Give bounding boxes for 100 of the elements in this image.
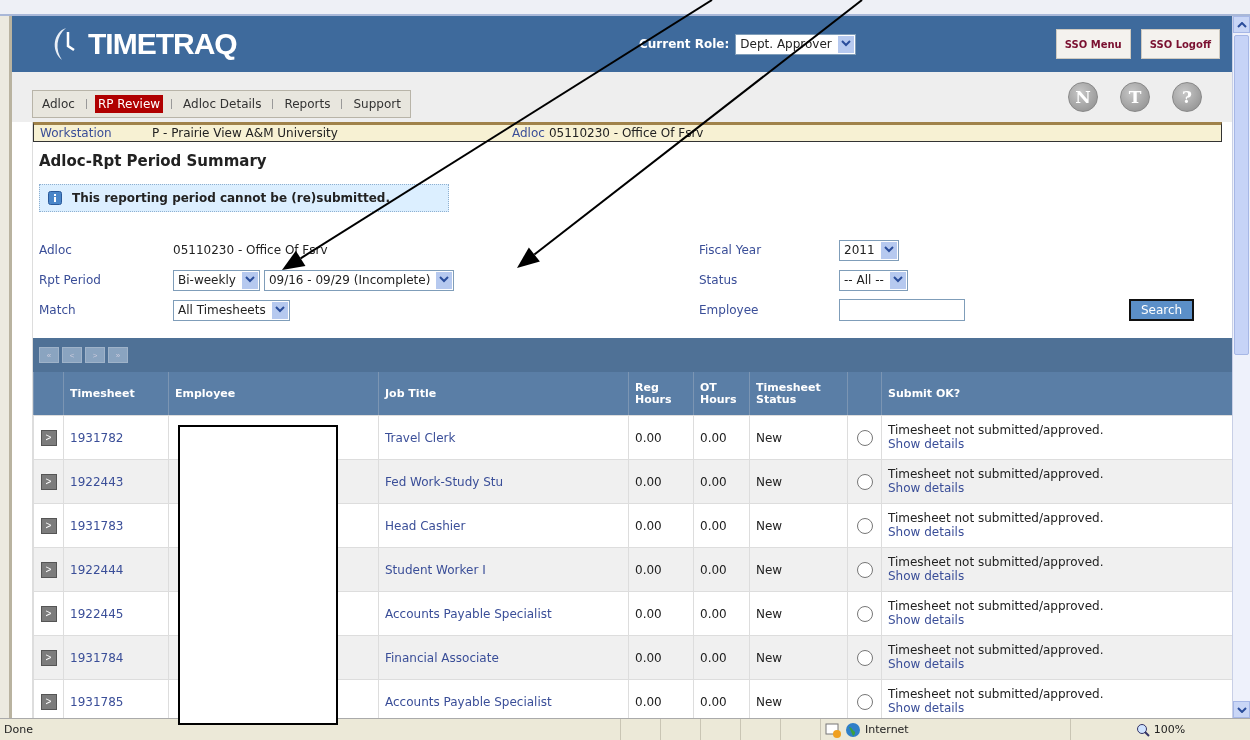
expand-button[interactable]: > <box>40 693 57 710</box>
info-message: This reporting period cannot be (re)submitted. <box>72 191 390 205</box>
job-title-link[interactable]: Student Worker I <box>385 562 622 577</box>
timesheet-link[interactable]: 1922443 <box>70 474 162 489</box>
scroll-thumb[interactable] <box>1234 35 1249 355</box>
page-title: Adloc-Rpt Period Summary <box>38 151 268 172</box>
workstation-value: P - Prairie View A&M University <box>152 126 339 140</box>
globe-icon <box>845 721 861 738</box>
table-cell-text: 0.00 <box>635 474 663 489</box>
zoom-level: 100% <box>1153 723 1186 736</box>
caret-icon <box>837 35 854 53</box>
details-link[interactable]: Show details <box>888 613 965 627</box>
details-link[interactable]: Show details <box>888 701 965 715</box>
input-field[interactable] <box>839 299 965 321</box>
column-header: Employee <box>168 372 378 415</box>
status-message: Timesheet not submitted/approved. <box>888 556 1105 570</box>
nav-tab[interactable]: RP Review <box>94 95 164 113</box>
table-cell-text: 0.00 <box>635 650 663 665</box>
expand-button[interactable]: > <box>40 561 57 578</box>
status-message: Timesheet not submitted/approved. <box>888 600 1105 614</box>
table-cell-text: New <box>756 562 784 577</box>
field-label: Adloc <box>39 243 73 257</box>
chevron-down-icon <box>1236 706 1247 713</box>
table-cell-text: New <box>756 606 784 621</box>
job-title-link[interactable]: Fed Work-Study Stu <box>385 474 622 489</box>
timesheet-link[interactable]: 1931783 <box>70 518 162 533</box>
scroll-up-button[interactable] <box>1233 16 1250 33</box>
chevron-up-icon <box>1236 21 1247 28</box>
table-cell-text: New <box>756 518 784 533</box>
field-label: Employee <box>699 303 760 317</box>
details-link[interactable]: Show details <box>888 437 965 451</box>
radio-button[interactable] <box>856 693 873 710</box>
table-cell-text: 0.00 <box>635 606 663 621</box>
workstation-label: Workstation <box>40 126 113 140</box>
status-message: Timesheet not submitted/approved. <box>888 468 1105 482</box>
details-link[interactable]: Show details <box>888 481 965 495</box>
app-logo: TIMETRAQ <box>88 27 237 61</box>
status-message: Timesheet not submitted/approved. <box>888 644 1105 658</box>
dropdown[interactable]: 2011 <box>839 239 899 261</box>
column-header: Job Title <box>378 372 628 415</box>
radio-button[interactable] <box>856 649 873 666</box>
expand-button[interactable]: > <box>40 473 57 490</box>
dropdown[interactable]: Bi-weekly <box>173 269 260 291</box>
table-cell-text: 0.00 <box>635 694 663 709</box>
details-link[interactable]: Show details <box>888 569 965 583</box>
caret-icon <box>271 301 288 319</box>
column-header: Reg Hours <box>628 372 693 415</box>
dropdown[interactable]: 09/16 - 09/29 (Incomplete) <box>263 269 455 291</box>
zone-label: Internet <box>865 723 909 736</box>
job-title-link[interactable]: Travel Clerk <box>385 430 622 445</box>
nav-tab[interactable]: Adloc Details <box>180 95 265 113</box>
caret-icon <box>241 271 258 289</box>
nav-tab[interactable]: Support <box>350 95 404 113</box>
sso-button[interactable]: SSO Logoff <box>1140 29 1220 59</box>
adloc-label: Adloc <box>512 126 545 140</box>
job-title-link[interactable]: Accounts Payable Specialist <box>385 606 622 621</box>
table-cell-text: New <box>756 430 784 445</box>
dropdown[interactable]: All Timesheets <box>173 299 290 321</box>
job-title-link[interactable]: Head Cashier <box>385 518 622 533</box>
timesheet-link[interactable]: 1922445 <box>70 606 162 621</box>
table-cell-text: 0.00 <box>635 518 663 533</box>
status-message: Timesheet not submitted/approved. <box>888 688 1105 702</box>
details-link[interactable]: Show details <box>888 525 965 539</box>
caret-icon <box>889 271 906 289</box>
column-header: Timesheet <box>63 372 168 415</box>
field-label: Match <box>39 303 77 317</box>
nav-tab[interactable]: Adloc <box>39 95 78 113</box>
radio-button[interactable] <box>856 605 873 622</box>
table-cell-text: 0.00 <box>700 606 728 621</box>
timesheet-link[interactable]: 1931785 <box>70 694 162 709</box>
radio-button[interactable] <box>856 561 873 578</box>
job-title-link[interactable]: Accounts Payable Specialist <box>385 694 622 709</box>
timesheet-link[interactable]: 1922444 <box>70 562 162 577</box>
warning-icon <box>825 721 841 738</box>
timesheet-link[interactable]: 1931782 <box>70 430 162 445</box>
nav-tab[interactable]: Reports <box>281 95 334 113</box>
field-label: Status <box>699 273 739 287</box>
table-cell-text: 0.00 <box>635 562 663 577</box>
expand-button[interactable]: > <box>40 605 57 622</box>
dropdown[interactable]: -- All -- <box>839 269 908 291</box>
table-cell-text: 0.00 <box>700 518 728 533</box>
table-cell-text: 0.00 <box>635 430 663 445</box>
sso-button[interactable]: SSO Menu <box>1055 29 1131 59</box>
table-cell-text: 0.00 <box>700 562 728 577</box>
expand-button[interactable]: > <box>40 649 57 666</box>
table-cell-text: New <box>756 650 784 665</box>
details-link[interactable]: Show details <box>888 657 965 671</box>
table-cell-text: 0.00 <box>700 694 728 709</box>
table-cell-text: 0.00 <box>700 650 728 665</box>
radio-button[interactable] <box>856 517 873 534</box>
job-title-link[interactable]: Financial Associate <box>385 650 622 665</box>
radio-button[interactable] <box>856 473 873 490</box>
status-message: Timesheet not submitted/approved. <box>888 424 1105 438</box>
radio-button[interactable] <box>856 429 873 446</box>
expand-button[interactable]: > <box>40 429 57 446</box>
scroll-down-button[interactable] <box>1233 701 1250 718</box>
table-cell-text: New <box>756 694 784 709</box>
timesheet-link[interactable]: 1931784 <box>70 650 162 665</box>
zoom-icon <box>1135 722 1150 737</box>
expand-button[interactable]: > <box>40 517 57 534</box>
